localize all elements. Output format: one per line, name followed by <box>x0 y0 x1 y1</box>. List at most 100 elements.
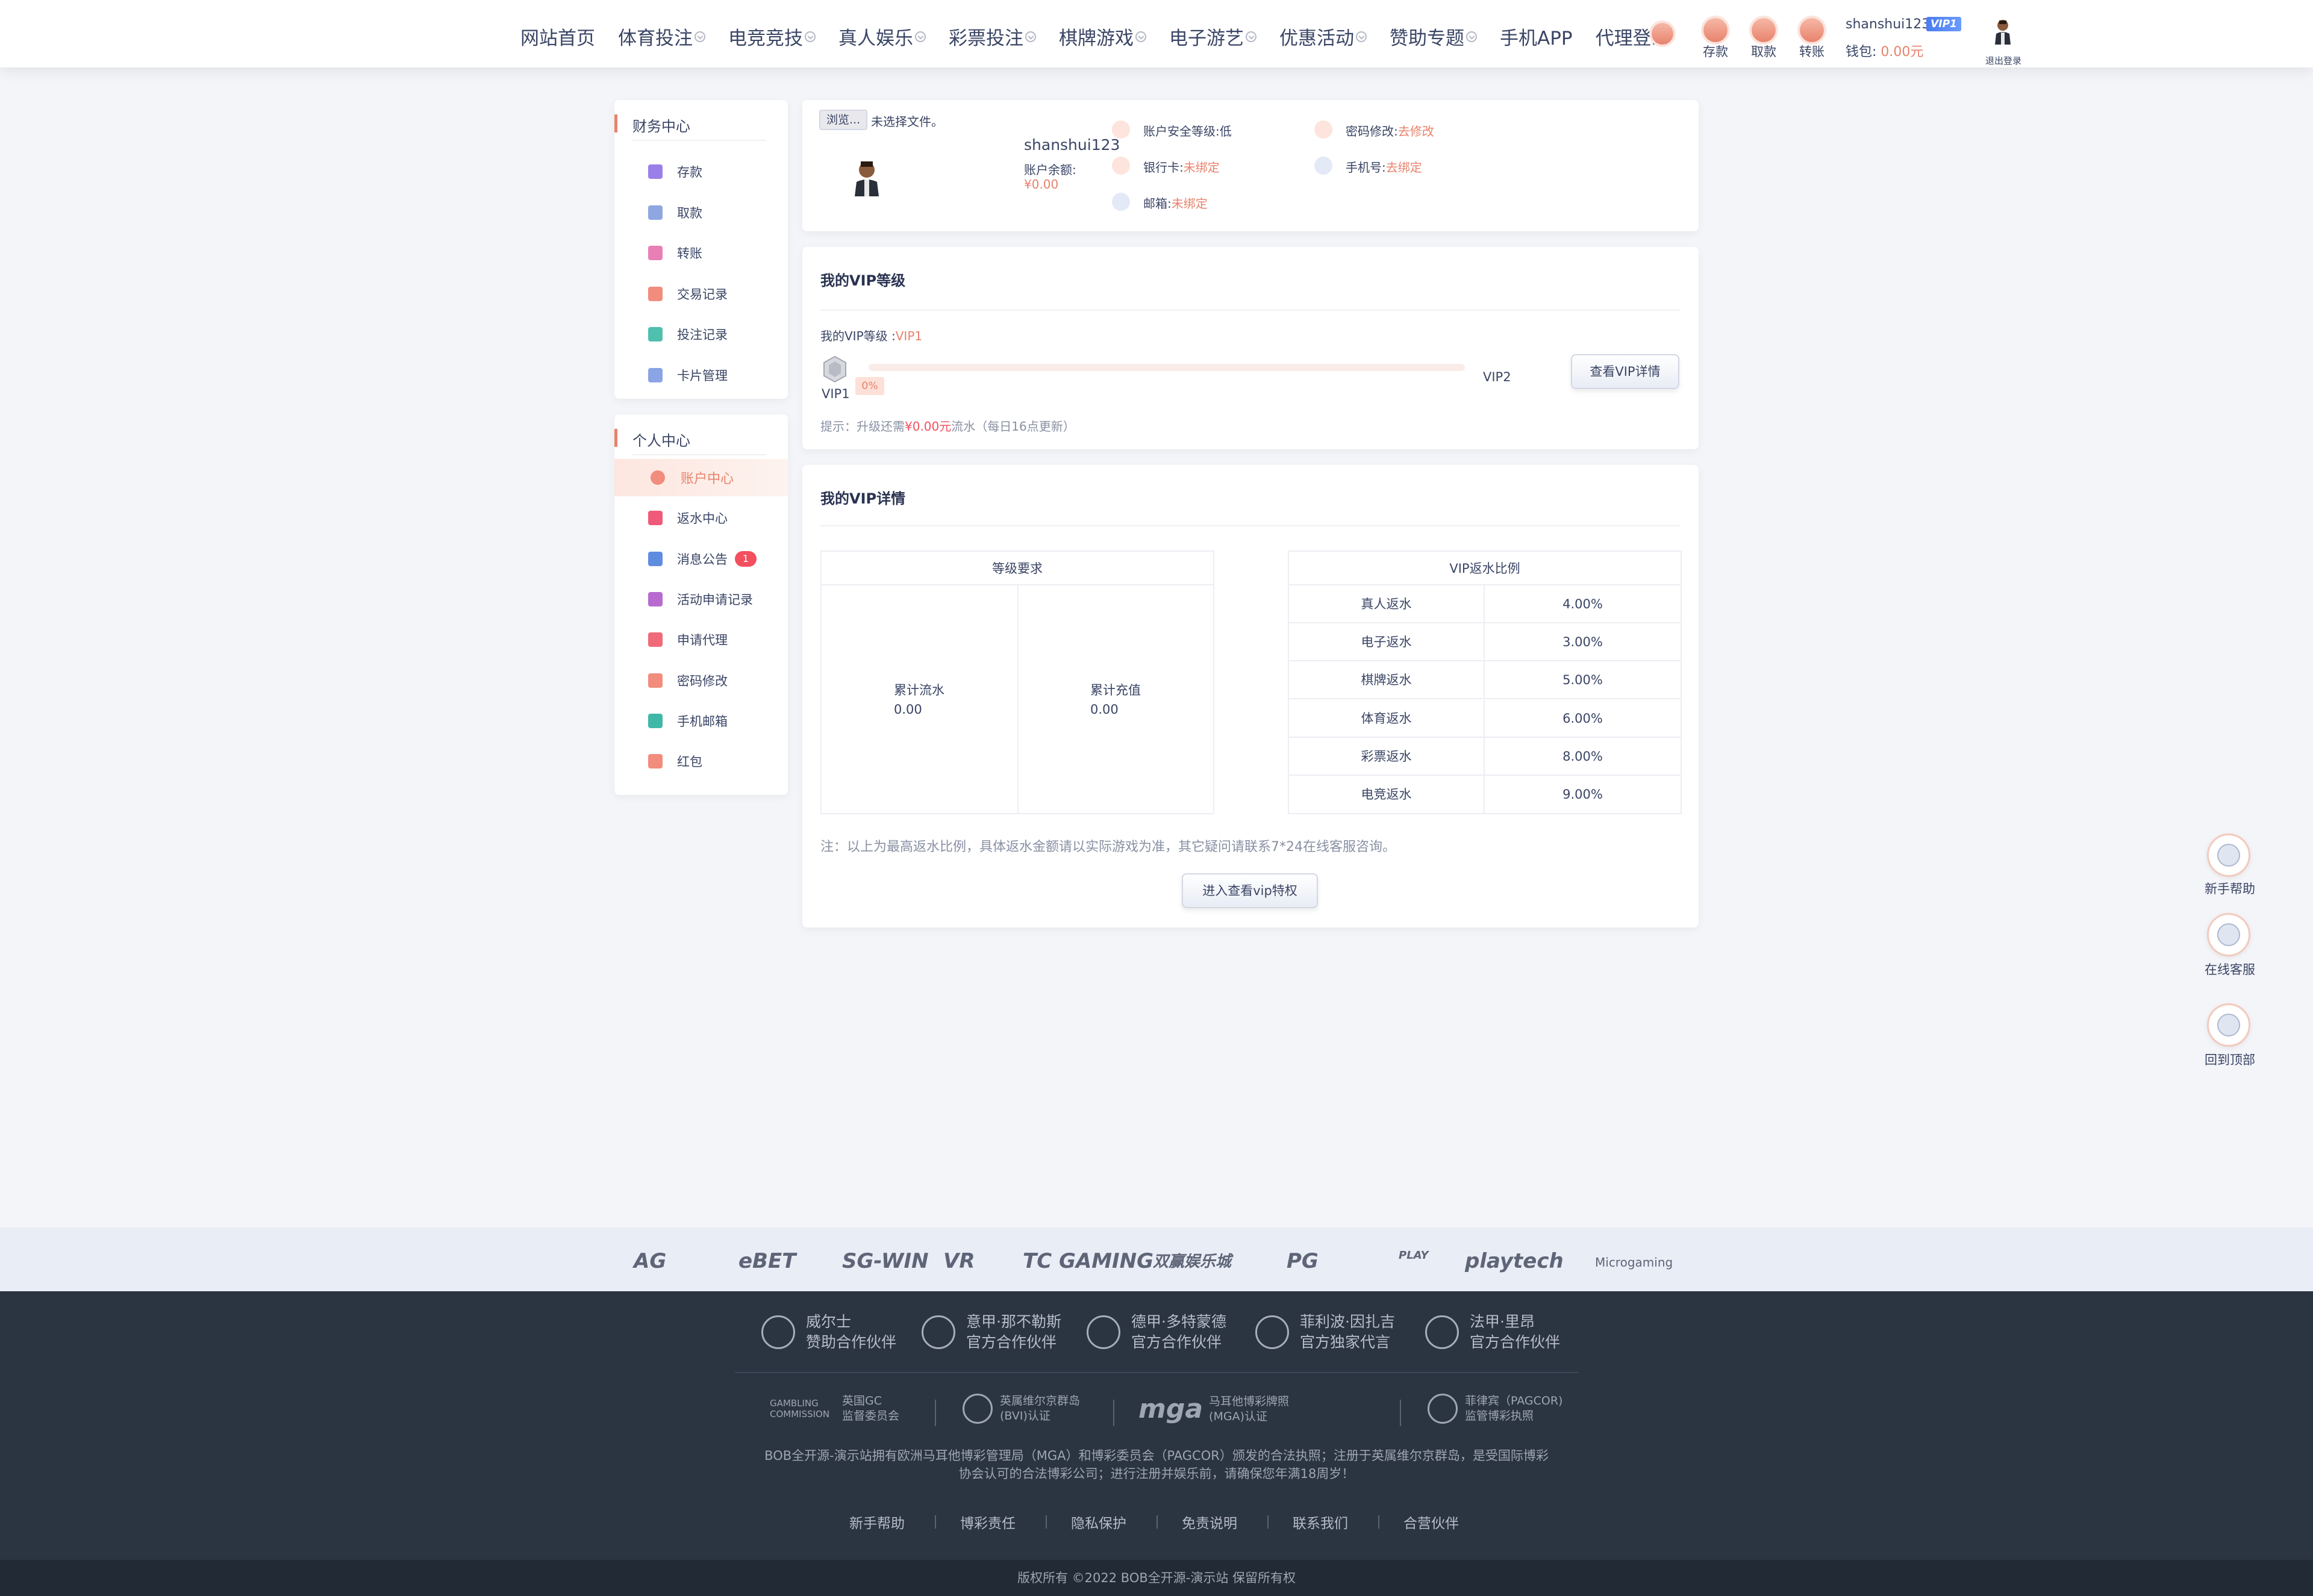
footer-link[interactable]: 隐私保护 <box>1071 1512 1126 1532</box>
balance-value: ¥0.00 <box>1024 177 1059 192</box>
profile-username: shanshui123 <box>1024 136 1120 154</box>
vip-privilege-button[interactable]: 进入查看vip特权 <box>1182 873 1318 908</box>
logout-link[interactable]: 退出登录 <box>1979 54 2027 67</box>
partner-logo: playtech <box>1465 1249 1564 1273</box>
rebate-name: 真人返水 <box>1289 585 1485 622</box>
bank-card-icon <box>1112 157 1130 175</box>
sidebar-item[interactable]: 存款 <box>614 153 788 190</box>
nav-item[interactable]: 棋牌游戏 <box>1059 23 1146 50</box>
cert-line: 监督委员会 <box>842 1409 900 1423</box>
vip-badge: VIP1 <box>1926 17 1961 31</box>
nav-item[interactable]: 赞助专题 <box>1390 23 1477 50</box>
help-float-label[interactable]: 新手帮助 <box>2193 879 2267 897</box>
footer-link[interactable]: 联系我们 <box>1293 1512 1348 1532</box>
certification: 菲律宾（PAGCOR) 监管博彩执照 <box>1428 1394 1562 1424</box>
transfer-link[interactable]: 转账 <box>1788 42 1836 60</box>
bank-link[interactable]: 未绑定 <box>1184 160 1220 175</box>
top-float-button[interactable] <box>2207 1003 2250 1047</box>
nav-item[interactable]: 电竞竞技 <box>728 23 816 50</box>
sidebar-item[interactable]: 卡片管理 <box>614 357 788 394</box>
arrow-up-icon <box>2217 1014 2240 1036</box>
partner-logo: VR <box>943 1249 975 1273</box>
nav-item[interactable]: 手机APP <box>1500 23 1573 50</box>
sidebar-item[interactable]: 转账 <box>614 234 788 272</box>
nav-item-label: 电竞竞技 <box>728 28 803 49</box>
personal-center-panel: 个人中心 账户中心 返水中心 消息公告 1 活动申请记录 申请代理 密码修改 手机邮箱 红包 <box>614 414 788 795</box>
sidebar-item[interactable]: 账户中心 <box>614 459 788 496</box>
cert-logo: mga <box>1138 1394 1203 1424</box>
sidebar-item[interactable]: 手机邮箱 <box>614 702 788 740</box>
sidebar-item[interactable]: 申请代理 <box>614 621 788 658</box>
table-row: 彩票返水 8.00% <box>1289 737 1681 776</box>
footer-link[interactable]: 新手帮助 <box>849 1512 905 1532</box>
phone-link[interactable]: 去绑定 <box>1386 160 1422 175</box>
withdraw-link[interactable]: 取款 <box>1740 42 1788 60</box>
nav-item[interactable]: 彩票投注 <box>949 23 1036 50</box>
top-float-label[interactable]: 回到顶部 <box>2193 1050 2267 1068</box>
rebate-name: 彩票返水 <box>1289 737 1485 775</box>
vip-detail-button[interactable]: 查看VIP详情 <box>1571 354 1679 389</box>
finance-title: 财务中心 <box>614 100 788 151</box>
cert-seal-icon <box>1428 1394 1458 1424</box>
nav-item[interactable]: 优惠活动 <box>1279 23 1367 50</box>
sidebar-item[interactable]: 交易记录 <box>614 275 788 313</box>
sidebar-item[interactable]: 红包 <box>614 743 788 780</box>
nav-item[interactable]: 真人娱乐 <box>838 23 926 50</box>
nav-item-label: 优惠活动 <box>1279 28 1354 49</box>
activity-icon <box>648 591 663 606</box>
deposit-link[interactable]: 存款 <box>1691 42 1740 60</box>
disclaimer: BOB全开源-演示站拥有欧洲马耳他博彩管理局（MGA）和博彩委员会（PAGCOR… <box>723 1447 1590 1483</box>
partner-logo: AG <box>634 1249 667 1273</box>
team-role: 官方合作伙伴 <box>966 1333 1057 1351</box>
deposit-icon[interactable] <box>1703 18 1728 42</box>
sidebar-item[interactable]: 返水中心 <box>614 499 788 537</box>
avatar-icon[interactable] <box>1994 18 2012 45</box>
chevron-down-icon <box>1466 31 1477 42</box>
rebate-value: 5.00% <box>1562 673 1603 688</box>
bet-record-icon <box>648 327 663 341</box>
level-requirement-table: 等级要求 累计流水 0.00 累计充值 0.00 <box>820 550 1214 814</box>
service-float-button[interactable] <box>2207 913 2250 956</box>
partner-logo: TC GAMING <box>1023 1249 1154 1273</box>
withdraw-icon[interactable] <box>1752 18 1776 42</box>
browse-button[interactable]: 浏览... <box>819 110 867 130</box>
team-role: 赞助合作伙伴 <box>806 1333 897 1351</box>
sidebar-item[interactable]: 取款 <box>614 194 788 231</box>
sidebar-item[interactable]: 密码修改 <box>614 662 788 699</box>
rebate-value: 4.00% <box>1562 597 1603 611</box>
nav-item[interactable]: 电子游艺 <box>1169 23 1256 50</box>
upgrade-tip: 提示：升级还需¥0.00元流水（每日16点更新） <box>820 417 1075 434</box>
nav-item[interactable]: 网站首页 <box>520 23 595 50</box>
table-row: 棋牌返水 5.00% <box>1289 661 1681 700</box>
disclaimer-line-2: 协会认可的合法博彩公司；进行注册并娱乐前，请确保您年满18周岁！ <box>958 1467 1355 1481</box>
nav-item-label: 体育投注 <box>618 28 693 49</box>
gift-icon[interactable] <box>1652 23 1673 45</box>
unread-badge: 1 <box>735 550 757 567</box>
service-float-label[interactable]: 在线客服 <box>2193 960 2267 978</box>
sidebar-item[interactable]: 投注记录 <box>614 316 788 353</box>
nav-item[interactable]: 体育投注 <box>618 23 705 50</box>
req-deposit-label: 累计充值 <box>1090 683 1141 697</box>
tip-amount: ¥0.00元 <box>905 419 952 434</box>
mail-icon <box>1112 193 1130 211</box>
footer-link[interactable]: 免责说明 <box>1182 1512 1237 1532</box>
wallet-unit: 元 <box>1910 45 1924 60</box>
password-link[interactable]: 去修改 <box>1398 124 1434 139</box>
sidebar-item[interactable]: 活动申请记录 <box>614 581 788 618</box>
team-name: 意甲·那不勒斯 <box>966 1313 1061 1330</box>
cert-line: 英国GC <box>842 1394 882 1407</box>
footer-link[interactable]: 合营伙伴 <box>1403 1512 1459 1532</box>
phone-icon <box>1314 157 1332 175</box>
team-role: 官方合作伙伴 <box>1131 1333 1222 1351</box>
password-label: 密码修改: <box>1346 124 1398 139</box>
footer-link[interactable]: 博彩责任 <box>960 1512 1016 1532</box>
profile-avatar-icon[interactable] <box>853 158 881 196</box>
security-label: 账户安全等级: <box>1143 124 1220 139</box>
wallet-amount: 0.00 <box>1881 45 1911 60</box>
transfer-icon[interactable] <box>1800 18 1824 42</box>
cert-seal-icon <box>963 1394 993 1424</box>
sidebar-item[interactable]: 消息公告 1 <box>614 540 788 578</box>
email-link[interactable]: 未绑定 <box>1172 196 1208 211</box>
help-float-button[interactable] <box>2207 834 2250 877</box>
security-value: 低 <box>1219 124 1232 139</box>
